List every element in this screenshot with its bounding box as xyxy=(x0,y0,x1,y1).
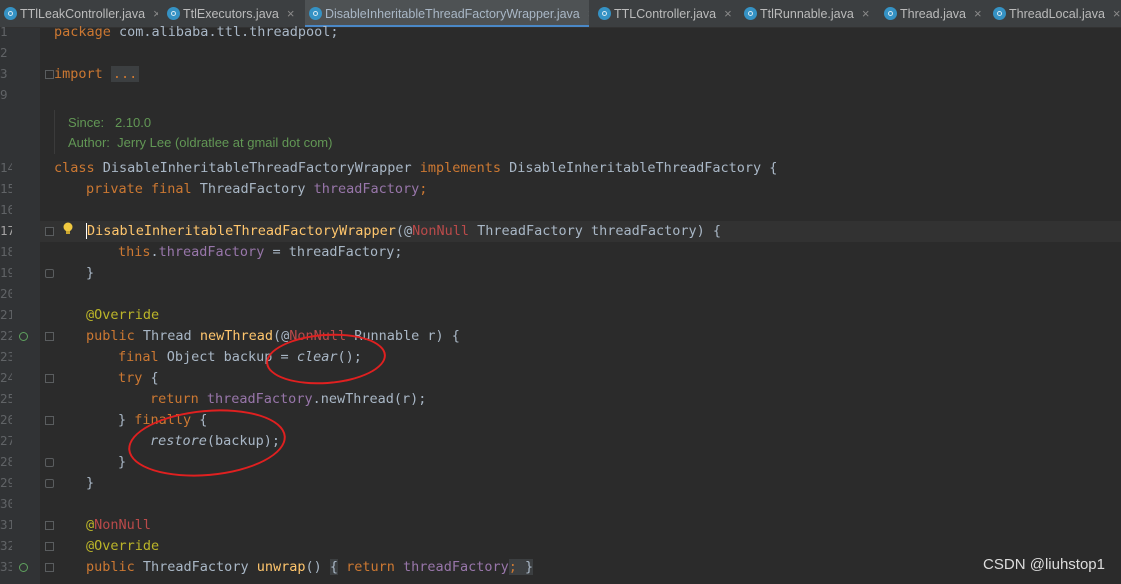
line-number: 2 xyxy=(0,45,8,60)
close-icon[interactable]: × xyxy=(588,6,589,21)
code-line[interactable]: } xyxy=(118,452,126,473)
override-method-icon[interactable] xyxy=(19,563,28,572)
close-icon[interactable]: × xyxy=(287,6,295,21)
tab-ttlrunnable[interactable]: TtlRunnable.java × xyxy=(740,0,874,27)
line-number: 15 xyxy=(0,181,12,196)
line-number: 17 xyxy=(0,223,12,238)
line-number: 31 xyxy=(0,517,12,532)
java-class-icon xyxy=(4,7,17,20)
code-line[interactable]: @Override xyxy=(86,536,159,557)
java-class-icon xyxy=(744,7,757,20)
close-icon[interactable]: × xyxy=(862,6,870,21)
code-line[interactable]: this.threadFactory = threadFactory; xyxy=(118,242,403,263)
fold-marker-icon[interactable] xyxy=(45,332,54,341)
java-class-icon xyxy=(993,7,1006,20)
line-number: 27 xyxy=(0,433,12,448)
fold-marker-icon[interactable] xyxy=(45,542,54,551)
line-number: 33 xyxy=(0,559,12,574)
code-line[interactable]: @NonNull xyxy=(86,515,151,536)
code-editor[interactable] xyxy=(40,28,1121,584)
line-number: 1 xyxy=(0,24,8,39)
line-number: 14 xyxy=(0,160,12,175)
line-number: 22 xyxy=(0,328,12,343)
watermark: CSDN @liuhstop1 xyxy=(983,556,1105,573)
line-number: 9 xyxy=(0,87,8,102)
code-line[interactable]: } xyxy=(86,263,94,284)
fold-marker-icon[interactable] xyxy=(45,563,54,572)
close-icon[interactable]: × xyxy=(724,6,732,21)
line-number: 29 xyxy=(0,475,12,490)
line-number: 23 xyxy=(0,349,12,364)
line-number: 18 xyxy=(0,244,12,259)
fold-marker-icon[interactable] xyxy=(45,70,54,79)
tab-disableinheritablethreadfactorywrapper[interactable]: DisableInheritableThreadFactoryWrapper.j… xyxy=(305,0,589,27)
line-number: 28 xyxy=(0,454,12,469)
fold-marker-icon[interactable] xyxy=(45,458,54,467)
close-icon[interactable]: × xyxy=(153,6,158,21)
code-line[interactable]: class DisableInheritableThreadFactoryWra… xyxy=(54,158,777,179)
line-number: 30 xyxy=(0,496,12,511)
line-number: 26 xyxy=(0,412,12,427)
doc-since: Since: 2.10.0 xyxy=(68,115,152,130)
code-line[interactable]: private final ThreadFactory threadFactor… xyxy=(86,179,427,200)
doc-author: Author: Jerry Lee (oldratlee at gmail do… xyxy=(68,135,333,150)
close-icon[interactable]: × xyxy=(974,6,982,21)
code-line[interactable]: public Thread newThread(@NonNull Runnabl… xyxy=(86,326,460,347)
folded-imports: ... xyxy=(110,66,140,82)
line-number: 21 xyxy=(0,307,12,322)
override-method-icon[interactable] xyxy=(19,332,28,341)
fold-marker-icon[interactable] xyxy=(45,521,54,530)
line-number: 3 xyxy=(0,66,8,81)
line-number: 16 xyxy=(0,202,12,217)
code-line[interactable]: } xyxy=(86,473,94,494)
code-line[interactable]: public ThreadFactory unwrap() { return t… xyxy=(86,557,534,578)
fold-marker-icon[interactable] xyxy=(45,227,54,236)
code-line[interactable]: try { xyxy=(118,368,159,389)
line-number: 32 xyxy=(0,538,12,553)
fold-marker-icon[interactable] xyxy=(45,269,54,278)
lightbulb-icon[interactable] xyxy=(62,222,74,236)
line-number: 24 xyxy=(0,370,12,385)
java-class-icon xyxy=(884,7,897,20)
code-line[interactable]: DisableInheritableThreadFactoryWrapper(@… xyxy=(86,221,721,242)
fold-marker-icon[interactable] xyxy=(45,374,54,383)
code-line[interactable]: @Override xyxy=(86,305,159,326)
java-class-icon xyxy=(598,7,611,20)
line-number: 19 xyxy=(0,265,12,280)
java-class-icon xyxy=(167,7,180,20)
line-number: 20 xyxy=(0,286,12,301)
code-line[interactable]: import ... xyxy=(54,64,140,85)
tab-threadlocal[interactable]: ThreadLocal.java × xyxy=(989,0,1121,27)
close-icon[interactable]: × xyxy=(1113,6,1121,21)
line-number: 25 xyxy=(0,391,12,406)
java-class-icon xyxy=(309,7,322,20)
tab-ttlcontroller[interactable]: TTLController.java × xyxy=(594,0,733,27)
code-line[interactable]: package com.alibaba.ttl.threadpool; xyxy=(54,22,338,43)
code-line[interactable]: return threadFactory.newThread(r); xyxy=(150,389,426,410)
tab-thread[interactable]: Thread.java × xyxy=(880,0,983,27)
doc-comment-bar xyxy=(54,110,55,154)
fold-marker-icon[interactable] xyxy=(45,416,54,425)
fold-marker-icon[interactable] xyxy=(45,479,54,488)
